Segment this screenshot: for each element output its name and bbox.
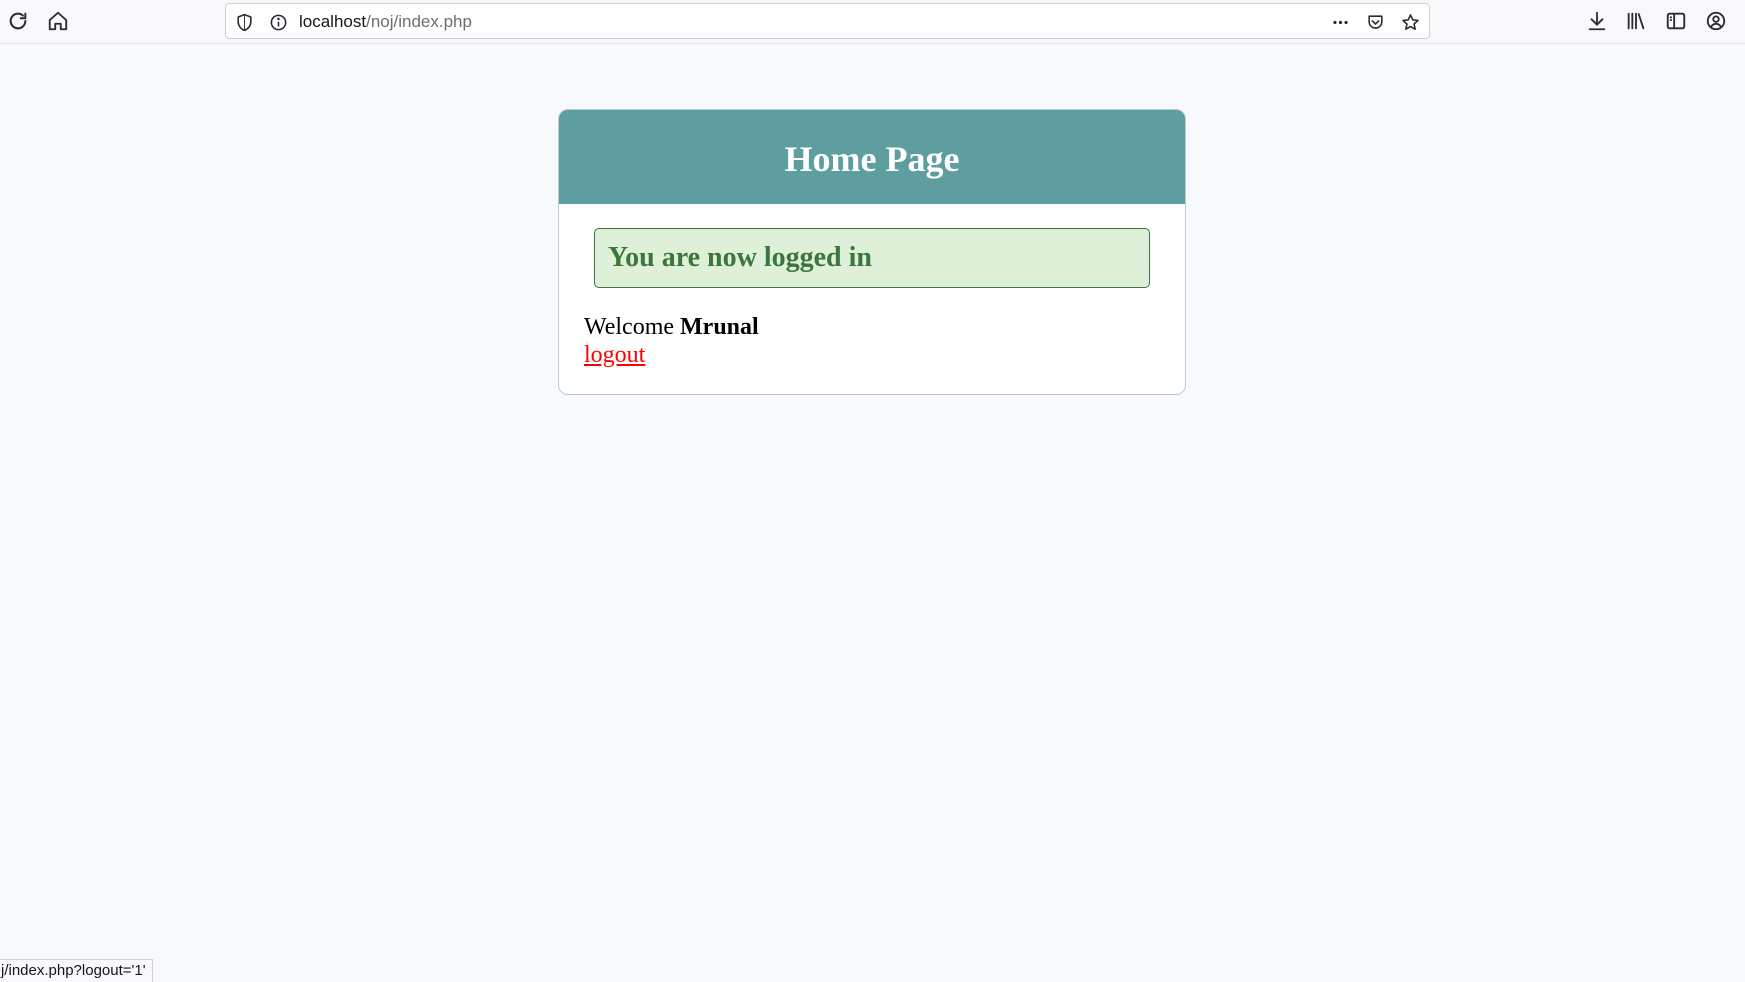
tracking-protection-shield-icon[interactable]: [233, 11, 255, 33]
account-icon: [1706, 11, 1726, 31]
account-button[interactable]: [1701, 6, 1731, 36]
username: Mrunal: [680, 314, 759, 340]
success-message: You are now logged in: [608, 242, 872, 273]
reload-button[interactable]: [3, 6, 33, 36]
url-text[interactable]: localhost/noj/index.php: [299, 12, 472, 32]
bookmark-star-icon[interactable]: [1399, 11, 1421, 33]
browser-toolbar: localhost/noj/index.php: [0, 0, 1745, 44]
page-title: Home Page: [784, 139, 960, 179]
library-icon: [1627, 12, 1645, 30]
home-button[interactable]: [43, 6, 73, 36]
pocket-icon[interactable]: [1364, 11, 1386, 33]
download-icon: [1588, 11, 1606, 31]
card-header: Home Page: [559, 110, 1185, 204]
sidebar-icon: [1666, 12, 1686, 30]
url-bar[interactable]: localhost/noj/index.php: [225, 3, 1430, 39]
site-info-icon[interactable]: [267, 11, 289, 33]
link-status-bar: j/index.php?logout='1': [0, 959, 153, 982]
welcome-label: Welcome: [584, 314, 681, 340]
success-alert: You are now logged in: [594, 228, 1150, 288]
welcome-line: Welcome Mrunal: [584, 313, 759, 341]
page-actions-menu-icon[interactable]: [1329, 11, 1351, 33]
home-page-card: Home Page You are now logged in Welcome …: [558, 109, 1186, 395]
url-host: localhost: [299, 12, 367, 31]
sidebar-toggle-button[interactable]: [1661, 6, 1691, 36]
logout-link[interactable]: logout: [584, 341, 645, 369]
library-button[interactable]: [1621, 6, 1651, 36]
downloads-button[interactable]: [1582, 6, 1612, 36]
reload-icon: [9, 12, 27, 30]
url-path: /noj/index.php: [366, 12, 472, 31]
home-icon: [48, 11, 68, 31]
